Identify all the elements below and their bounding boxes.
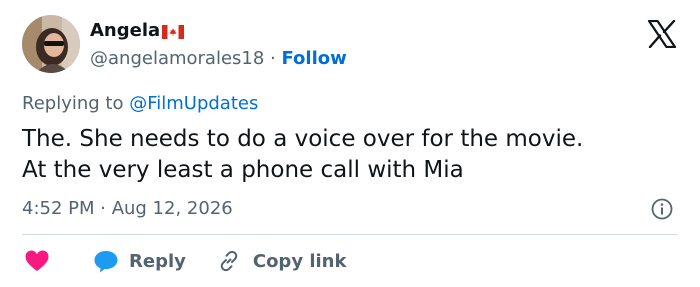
handle-separator: · xyxy=(264,48,282,69)
author-handle[interactable]: @angelamorales18 xyxy=(90,48,264,69)
tweet-timestamp[interactable]: 4:52 PM · Aug 12, 2026 xyxy=(22,198,233,219)
info-icon[interactable] xyxy=(651,198,673,220)
like-button[interactable] xyxy=(24,249,50,273)
follow-button[interactable]: Follow xyxy=(281,48,346,69)
reply-context: Replying to @FilmUpdates xyxy=(22,93,258,114)
tweet-line: The. She needs to do a voice over for th… xyxy=(22,126,584,152)
reply-bubble-icon xyxy=(94,251,118,273)
canada-flag-icon xyxy=(162,24,185,39)
divider xyxy=(22,234,678,235)
author-name-row: Angela xyxy=(90,20,185,41)
reply-context-prefix: Replying to xyxy=(22,93,130,114)
x-logo-icon[interactable] xyxy=(647,19,677,49)
reply-button[interactable]: Reply xyxy=(93,249,186,273)
author-handle-row: @angelamorales18 · Follow xyxy=(90,48,347,69)
copy-link-button[interactable]: Copy link xyxy=(217,249,347,273)
author-name[interactable]: Angela xyxy=(90,20,160,41)
action-bar: Reply Copy link xyxy=(22,246,346,276)
reply-mention-link[interactable]: @FilmUpdates xyxy=(129,93,258,114)
avatar[interactable] xyxy=(22,15,80,73)
reply-label: Reply xyxy=(129,250,186,272)
heart-icon xyxy=(25,250,49,271)
link-icon xyxy=(220,250,238,272)
copy-link-label: Copy link xyxy=(252,250,347,272)
tweet-line: At the very least a phone call with Mia xyxy=(22,157,464,183)
tweet-text: The. She needs to do a voice over for th… xyxy=(22,124,687,186)
